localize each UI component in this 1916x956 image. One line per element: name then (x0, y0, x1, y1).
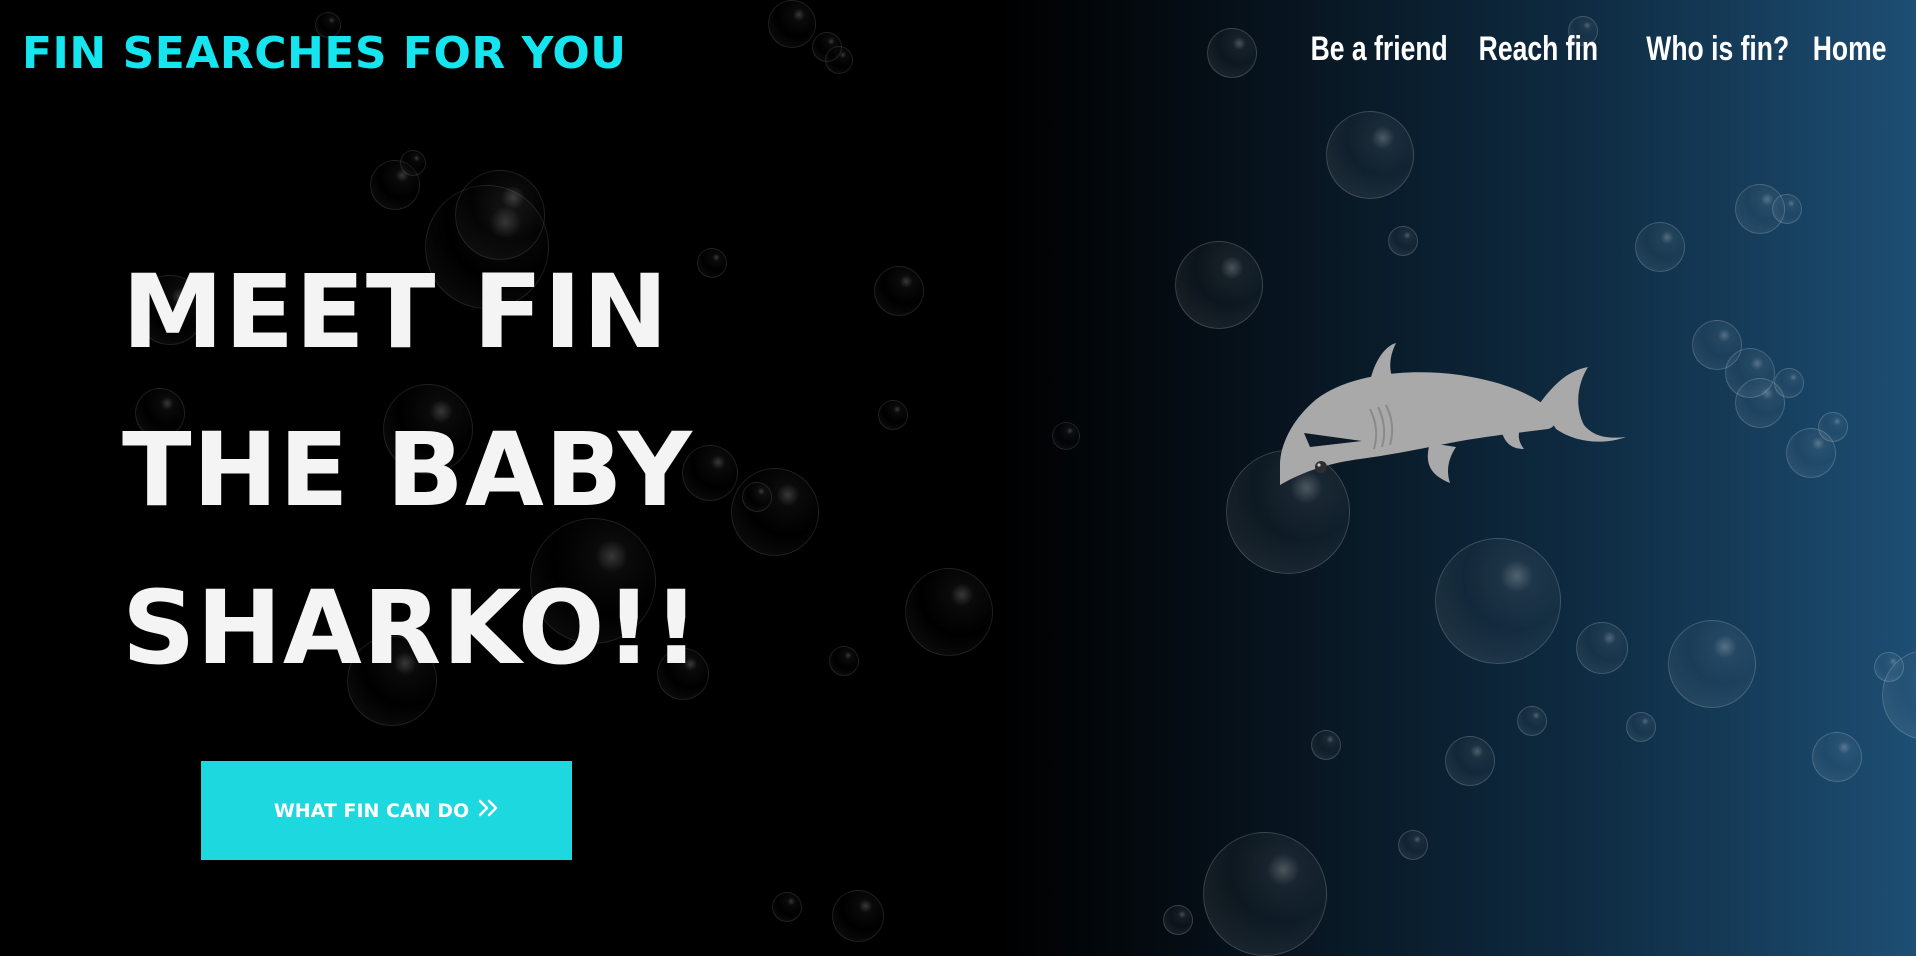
main-nav: Be a friend Reach fin Who is fin? Home (1272, 30, 1886, 69)
bubble (825, 46, 853, 74)
bubble (1163, 905, 1193, 935)
bubble (1772, 194, 1802, 224)
hero-line-3: SHARKO!! (122, 569, 701, 688)
double-chevron-right-icon (477, 798, 499, 823)
shark-icon (1270, 325, 1630, 509)
bubble (772, 892, 802, 922)
bubble (1326, 111, 1414, 199)
bubble (1311, 730, 1341, 760)
bubble (768, 0, 816, 48)
bubble (905, 568, 993, 656)
bubble (1052, 422, 1080, 450)
bubble (1517, 706, 1547, 736)
bubble (1388, 226, 1418, 256)
nav-link-be-a-friend[interactable]: Be a friend (1310, 30, 1447, 69)
nav-link-reach-fin[interactable]: Reach fin (1479, 30, 1598, 69)
bubble (874, 266, 924, 316)
bubble (1626, 712, 1656, 742)
bubble (1774, 368, 1804, 398)
bubble (1435, 538, 1561, 664)
bubble (1576, 622, 1628, 674)
bubble (878, 400, 908, 430)
nav-link-who-is-fin[interactable]: Who is fin? (1647, 30, 1790, 69)
bubble (455, 170, 545, 260)
bubble (1207, 28, 1257, 78)
hero-line-1: MEET FIN (122, 253, 669, 372)
hero-line-2: THE BABY (122, 411, 693, 530)
bubble (1445, 736, 1495, 786)
bubble (1635, 222, 1685, 272)
bubble (1812, 732, 1862, 782)
site-logo[interactable]: FIN SEARCHES FOR YOU (22, 28, 627, 79)
cta-label: WHAT FIN CAN DO (273, 799, 470, 822)
bubble (731, 468, 819, 556)
bubble (1398, 830, 1428, 860)
bubble (1668, 620, 1756, 708)
bubble (400, 150, 426, 176)
what-fin-can-do-button[interactable]: WHAT FIN CAN DO (201, 761, 572, 860)
bubble (697, 248, 727, 278)
hero-section: FIN SEARCHES FOR YOU Be a friend Reach f… (0, 0, 1916, 956)
bubble (832, 890, 884, 942)
bubble (1786, 428, 1836, 478)
bubble (1203, 832, 1327, 956)
bubble (829, 646, 859, 676)
bubble (742, 482, 772, 512)
bubble (1175, 241, 1263, 329)
nav-link-home[interactable]: Home (1812, 30, 1886, 69)
